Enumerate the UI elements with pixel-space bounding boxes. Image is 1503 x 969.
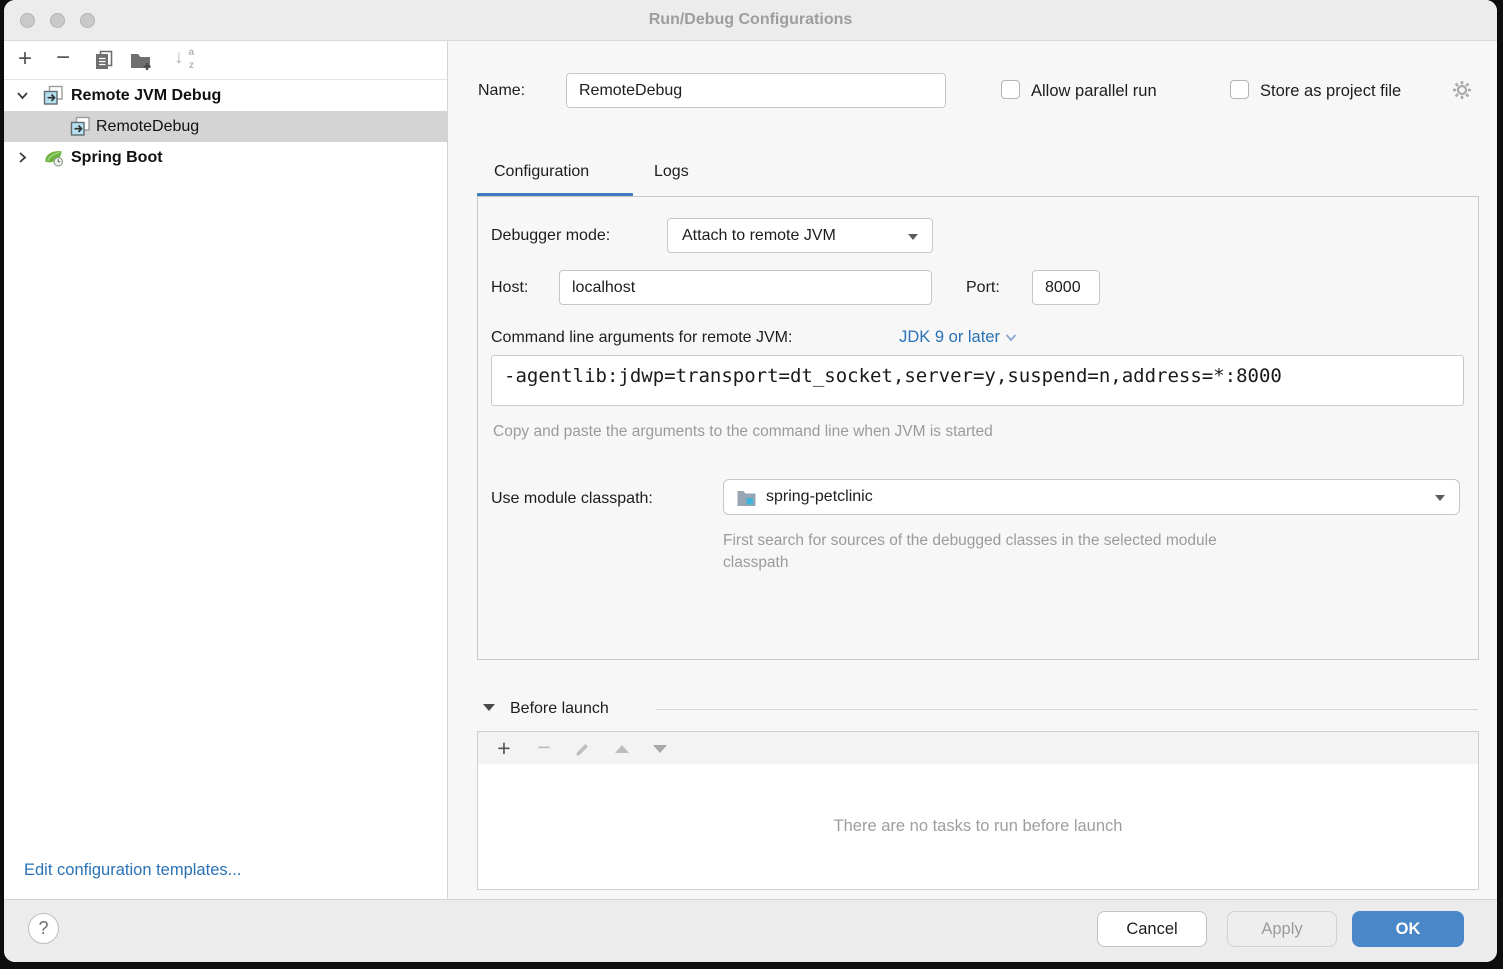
port-value: 8000 xyxy=(1045,279,1081,297)
port-input[interactable]: 8000 xyxy=(1032,270,1100,305)
run-debug-configurations-dialog: Run/Debug Configurations + − xyxy=(4,0,1497,962)
configurations-sidebar: + − ↓az xyxy=(4,41,448,900)
configuration-detail-panel: Name: RemoteDebug Allow parallel run Sto… xyxy=(448,41,1497,900)
minus-icon: − xyxy=(56,46,70,70)
dialog-footer: ? Cancel Apply OK xyxy=(4,899,1497,962)
remove-task-button[interactable]: − xyxy=(530,735,558,763)
host-label: Host: xyxy=(491,279,528,297)
debugger-mode-value: Attach to remote JVM xyxy=(682,227,836,245)
tree-item-remote-jvm-debug[interactable]: Remote JVM Debug xyxy=(4,80,447,111)
plus-icon: + xyxy=(18,47,32,71)
copy-icon xyxy=(93,49,115,71)
remote-debug-icon xyxy=(43,85,64,106)
pencil-icon xyxy=(574,740,592,758)
cancel-button[interactable]: Cancel xyxy=(1097,911,1207,947)
move-task-down-button[interactable] xyxy=(646,735,674,763)
title-bar: Run/Debug Configurations xyxy=(4,0,1497,41)
cmdline-args-value: -agentlib:jdwp=transport=dt_socket,serve… xyxy=(504,365,1282,387)
ok-button[interactable]: OK xyxy=(1352,911,1464,947)
tree-item-label: Remote JVM Debug xyxy=(71,87,221,105)
plus-icon: + xyxy=(497,737,510,760)
sort-configurations-button[interactable]: ↓az xyxy=(169,45,199,75)
cmdline-args-input[interactable]: -agentlib:jdwp=transport=dt_socket,serve… xyxy=(491,355,1464,406)
tree-item-spring-boot[interactable]: Spring Boot xyxy=(4,142,447,173)
tree-item-remotedebug-selected[interactable]: RemoteDebug xyxy=(4,111,447,142)
move-task-up-button[interactable] xyxy=(608,735,636,763)
jdk-version-select[interactable]: JDK 9 or later xyxy=(899,328,1017,347)
module-classpath-value: spring-petclinic xyxy=(766,488,873,506)
name-input[interactable]: RemoteDebug xyxy=(566,73,946,108)
before-launch-toolbar: + − xyxy=(477,731,1479,765)
collapse-triangle-icon[interactable] xyxy=(483,704,495,711)
section-divider xyxy=(656,709,1478,710)
allow-parallel-run-checkbox[interactable] xyxy=(1001,80,1020,99)
cmdline-args-label: Command line arguments for remote JVM: xyxy=(491,329,792,347)
debugger-mode-select[interactable]: Attach to remote JVM xyxy=(667,218,933,253)
remote-debug-icon xyxy=(70,116,91,137)
chevron-down-icon xyxy=(1435,495,1445,501)
apply-button[interactable]: Apply xyxy=(1227,911,1337,947)
before-launch-task-list: There are no tasks to run before launch xyxy=(477,764,1479,890)
spring-boot-icon xyxy=(43,147,64,168)
before-launch-title: Before launch xyxy=(510,700,609,718)
store-as-project-file-checkbox[interactable] xyxy=(1230,80,1249,99)
chevron-down-icon[interactable] xyxy=(15,88,30,103)
arrow-down-icon xyxy=(653,745,667,753)
module-classpath-select[interactable]: spring-petclinic xyxy=(723,479,1460,515)
chevron-down-icon xyxy=(908,234,918,240)
window-title: Run/Debug Configurations xyxy=(4,0,1497,40)
help-button[interactable]: ? xyxy=(28,913,59,944)
add-task-button[interactable]: + xyxy=(490,735,518,763)
remove-configuration-button[interactable]: − xyxy=(48,45,78,75)
port-label: Port: xyxy=(966,279,1000,297)
minus-icon: − xyxy=(537,736,550,759)
cmdline-args-hint: Copy and paste the arguments to the comm… xyxy=(493,423,993,441)
gear-icon[interactable] xyxy=(1451,79,1473,101)
tab-logs[interactable]: Logs xyxy=(654,163,689,181)
question-mark-icon: ? xyxy=(38,918,48,939)
arrow-up-icon xyxy=(615,745,629,753)
name-label: Name: xyxy=(478,82,525,100)
jdk-version-value: JDK 9 or later xyxy=(899,328,1000,347)
edit-configuration-templates-link[interactable]: Edit configuration templates... xyxy=(24,861,241,880)
module-classpath-label: Use module classpath: xyxy=(491,490,653,508)
store-as-project-file-label: Store as project file xyxy=(1260,82,1401,101)
chevron-right-icon[interactable] xyxy=(15,150,30,165)
tab-configuration[interactable]: Configuration xyxy=(494,163,589,181)
configurations-tree: Remote JVM Debug RemoteDebug xyxy=(4,80,447,173)
sort-az-icon: ↓az xyxy=(173,49,195,71)
debugger-mode-label: Debugger mode: xyxy=(491,227,610,245)
sidebar-toolbar: + − ↓az xyxy=(4,41,447,80)
tree-item-label: RemoteDebug xyxy=(96,118,199,136)
new-folder-button[interactable] xyxy=(126,45,156,75)
copy-configuration-button[interactable] xyxy=(89,45,119,75)
add-configuration-button[interactable]: + xyxy=(10,45,40,75)
host-input[interactable]: localhost xyxy=(559,270,932,305)
new-folder-icon xyxy=(129,49,153,71)
edit-task-button[interactable] xyxy=(569,735,597,763)
chevron-down-icon xyxy=(1005,333,1017,342)
module-classpath-hint: First search for sources of the debugged… xyxy=(723,530,1243,574)
host-value: localhost xyxy=(572,279,635,297)
empty-task-list-text: There are no tasks to run before launch xyxy=(834,817,1123,836)
tree-item-label: Spring Boot xyxy=(71,149,163,167)
name-value: RemoteDebug xyxy=(579,82,682,100)
allow-parallel-run-label: Allow parallel run xyxy=(1031,82,1157,101)
module-folder-icon xyxy=(736,488,757,507)
